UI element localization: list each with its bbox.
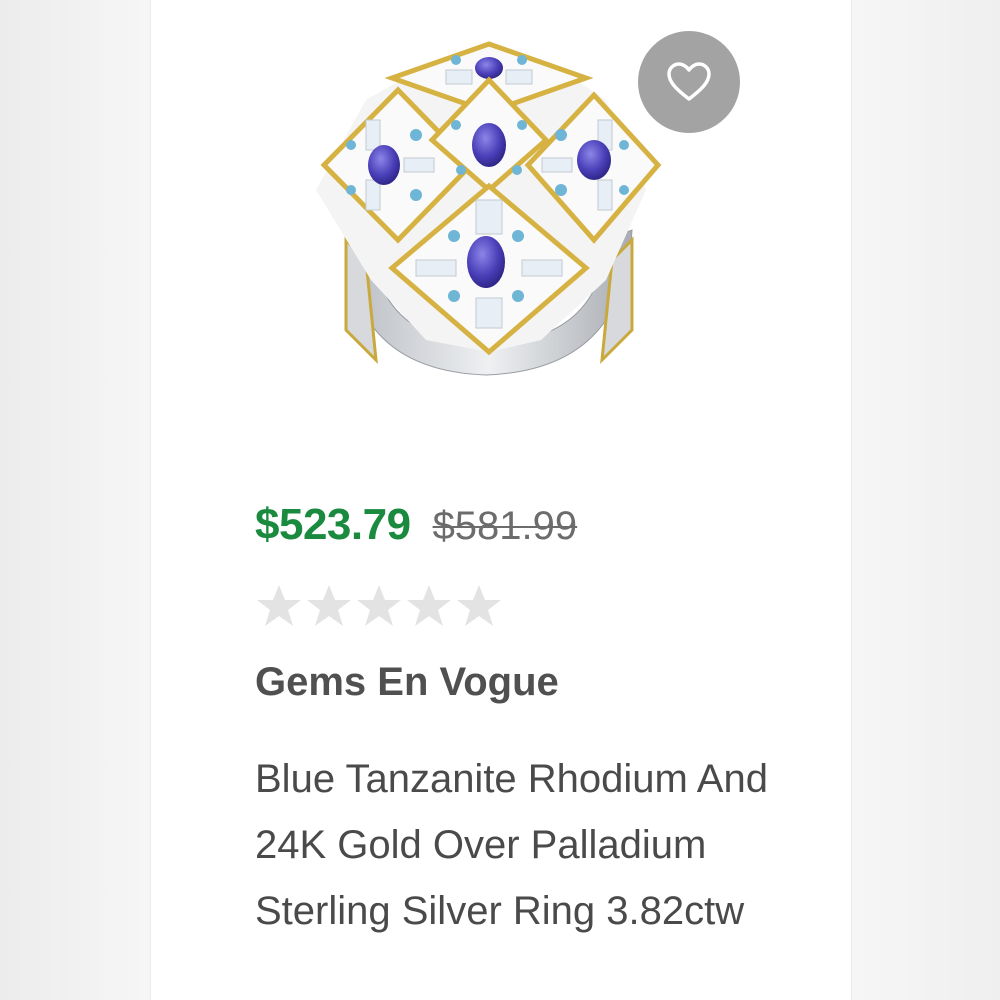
star-icon [407,585,451,626]
page: $523.79 $581.99 Gems En Vogue Blue Tanza… [0,0,1000,1000]
product-image[interactable] [306,40,672,380]
heart-outline-icon [666,61,712,103]
product-title[interactable]: Blue Tanzanite Rhodium And 24K Gold Over… [255,746,815,944]
star-rating[interactable] [255,578,503,634]
brand-name[interactable]: Gems En Vogue [255,660,559,705]
star-icon [257,585,301,626]
star-icon [307,585,351,626]
sale-price: $523.79 [255,500,411,549]
star-icon [457,585,501,626]
prev-image-button[interactable] [150,45,156,119]
favorite-button[interactable] [638,31,740,133]
price-row: $523.79 $581.99 [255,500,577,560]
star-icon [357,585,401,626]
original-price: $581.99 [432,504,578,548]
